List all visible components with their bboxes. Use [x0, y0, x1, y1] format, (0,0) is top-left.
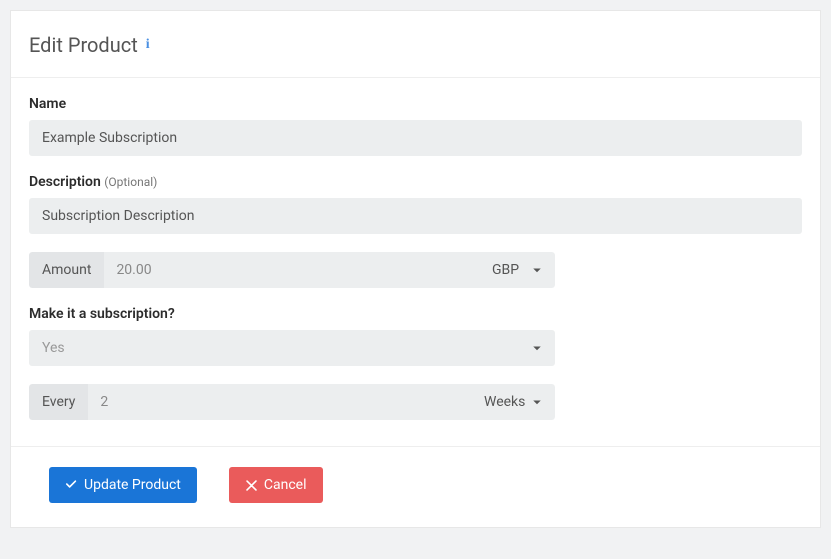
amount-input[interactable]: [104, 252, 479, 288]
interval-input-group: Every Weeks: [29, 384, 555, 420]
amount-group: Amount GBP: [29, 252, 802, 288]
description-label: Description (Optional): [29, 174, 802, 190]
interval-addon: Every: [29, 384, 88, 420]
interval-input[interactable]: [88, 384, 471, 420]
cancel-button[interactable]: Cancel: [229, 467, 323, 503]
description-input[interactable]: [29, 198, 802, 234]
description-label-text: Description: [29, 174, 101, 190]
currency-select[interactable]: GBP: [479, 252, 555, 288]
cancel-button-label: Cancel: [264, 477, 307, 493]
update-product-button[interactable]: Update Product: [49, 467, 197, 503]
amount-input-group: Amount GBP: [29, 252, 555, 288]
name-group: Name: [29, 96, 802, 156]
interval-group: Every Weeks: [29, 384, 802, 420]
subscription-group: Make it a subscription? Yes: [29, 306, 802, 366]
description-optional-text: (Optional): [104, 175, 157, 189]
edit-product-card: Edit Product i Name Description (Optiona…: [10, 10, 821, 528]
description-group: Description (Optional): [29, 174, 802, 234]
close-icon: [245, 479, 258, 492]
amount-addon: Amount: [29, 252, 104, 288]
card-header: Edit Product i: [11, 11, 820, 78]
interval-unit-select[interactable]: Weeks: [471, 384, 555, 420]
subscription-select[interactable]: Yes: [29, 330, 555, 366]
page-title: Edit Product i: [29, 33, 802, 57]
card-body: Name Description (Optional) Amount GBP M…: [11, 78, 820, 446]
update-button-label: Update Product: [84, 477, 181, 493]
page-title-text: Edit Product: [29, 33, 138, 57]
card-footer: Update Product Cancel: [11, 446, 820, 527]
subscription-label: Make it a subscription?: [29, 306, 802, 322]
info-icon[interactable]: i: [146, 37, 150, 53]
check-icon: [65, 479, 78, 492]
name-label: Name: [29, 96, 802, 112]
name-input[interactable]: [29, 120, 802, 156]
